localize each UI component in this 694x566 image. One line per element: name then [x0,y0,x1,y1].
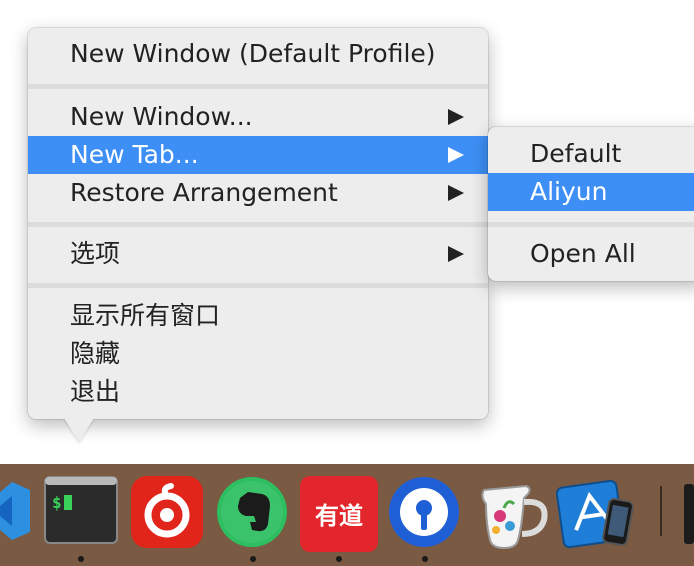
menu-item-quit[interactable]: 退出 [28,373,488,411]
menu-item-label: 隐藏 [70,339,121,368]
submenu-item-label: Aliyun [530,177,608,206]
submenu-item-default[interactable]: Default [488,135,694,173]
submenu-item-aliyun[interactable]: Aliyun [488,173,694,211]
submenu-item-label: Default [530,139,622,168]
menu-item-label: Restore Arrangement [70,178,338,207]
menu-item-label: New Window (Default Profile) [70,39,436,68]
menu-item-label: 退出 [70,377,121,406]
submenu-arrow-icon [448,185,464,201]
menu-item-label: New Tab... [70,140,199,169]
submenu-arrow-icon [448,246,464,262]
menu-separator [28,283,488,288]
xcode-simulator-icon[interactable] [555,476,638,556]
running-indicator [336,556,342,562]
youdao-dictionary-icon[interactable]: 有道 [300,476,378,556]
menu-separator [28,222,488,227]
submenu-arrow-icon [448,147,464,163]
new-tab-submenu: Default Aliyun Open All [488,127,694,281]
svg-text:$: $ [52,493,62,512]
running-indicator [422,556,428,562]
running-indicator [250,556,256,562]
submenu-item-label: Open All [530,239,636,268]
menu-item-label: 选项 [70,239,121,268]
vscode-icon[interactable] [0,476,34,550]
menu-item-hide[interactable]: 隐藏 [28,335,488,373]
menu-item-label: 显示所有窗口 [70,301,221,330]
partial-app-icon[interactable] [684,476,694,552]
creamer-pitcher-icon[interactable] [472,476,552,556]
submenu-arrow-icon [448,109,464,125]
dock: $ 有道 [0,464,694,566]
menu-separator [28,84,488,89]
menu-item-label: New Window... [70,102,253,131]
submenu-separator [488,222,694,227]
dock-divider [660,486,662,536]
submenu-item-open-all[interactable]: Open All [488,235,694,273]
running-indicator [78,556,84,562]
menu-item-restore-arrangement[interactable]: Restore Arrangement [28,174,488,212]
svg-text:有道: 有道 [315,502,363,530]
menu-pointer [64,418,94,442]
menu-item-new-window-default-profile[interactable]: New Window (Default Profile) [28,35,488,73]
evernote-icon[interactable] [216,476,288,552]
iterm-terminal-icon[interactable]: $ [44,476,118,548]
menu-item-show-all-windows[interactable]: 显示所有窗口 [28,297,488,335]
menu-item-new-window[interactable]: New Window... [28,98,488,136]
netease-music-icon[interactable] [131,476,203,552]
teamviewer-style-blue-icon[interactable] [388,476,460,552]
dock-context-menu: New Window (Default Profile) New Window.… [28,28,488,419]
menu-item-options[interactable]: 选项 [28,235,488,273]
menu-item-new-tab[interactable]: New Tab... [28,136,488,174]
